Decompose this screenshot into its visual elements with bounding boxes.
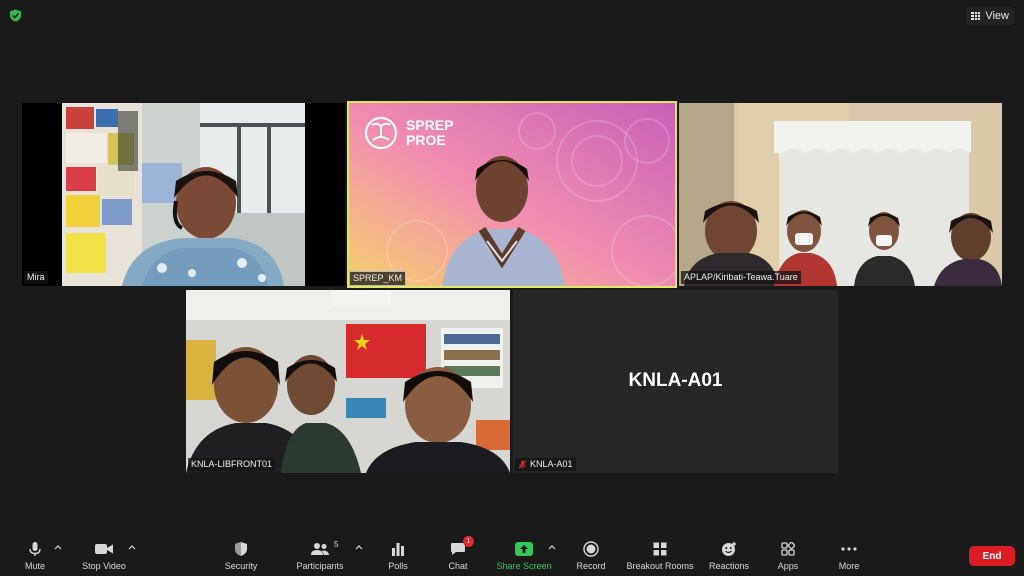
video-feed-aplap-kiribati bbox=[679, 103, 1002, 286]
end-meeting-button[interactable]: End bbox=[969, 546, 1015, 566]
view-button[interactable]: View bbox=[966, 7, 1014, 25]
video-camera-icon bbox=[95, 544, 113, 554]
participants-people-icon bbox=[311, 543, 329, 555]
breakout-rooms-grid-icon bbox=[653, 542, 667, 556]
record-icon bbox=[583, 541, 599, 557]
participants-options-chevron-up-icon[interactable] bbox=[355, 543, 363, 551]
participant-center-name-knla-a01: KNLA-A01 bbox=[628, 370, 723, 391]
sprep-emblem-icon bbox=[365, 117, 397, 149]
shield-check-icon[interactable] bbox=[9, 9, 22, 22]
logo-line-1: SPREP bbox=[406, 117, 454, 133]
record-button[interactable]: Record bbox=[576, 540, 606, 574]
participant-name-knla-a01: KNLA-A01 bbox=[515, 458, 576, 471]
meeting-toolbar: Mute Stop Video Security 5 Participants … bbox=[0, 528, 1024, 576]
video-tile-sprep-km[interactable]: SPREP PROE SPREP_KM bbox=[347, 101, 677, 288]
share-options-chevron-up-icon[interactable] bbox=[548, 543, 556, 551]
microphone-icon bbox=[29, 542, 41, 556]
video-tile-aplap-kiribati[interactable]: APLAP/Kiribati-Teawa.Tuare bbox=[679, 103, 1002, 286]
more-button[interactable]: More bbox=[836, 540, 862, 574]
participant-name-aplap-kiribati: APLAP/Kiribati-Teawa.Tuare bbox=[681, 271, 801, 284]
reactions-button[interactable]: Reactions bbox=[709, 540, 749, 574]
grid-icon bbox=[971, 11, 981, 21]
participant-name-knla-libfront01: KNLA-LIBFRONT01 bbox=[188, 458, 276, 471]
security-button[interactable]: Security bbox=[222, 540, 260, 574]
muted-mic-icon bbox=[518, 460, 527, 469]
mute-options-chevron-up-icon[interactable] bbox=[54, 543, 62, 551]
video-feed-knla-libfront01 bbox=[186, 290, 510, 473]
video-tile-mira[interactable]: Mira bbox=[22, 103, 345, 286]
polls-button[interactable]: Polls bbox=[385, 540, 411, 574]
participant-name-mira: Mira bbox=[24, 271, 48, 284]
video-tile-knla-libfront01[interactable]: KNLA-LIBFRONT01 bbox=[186, 290, 510, 473]
reactions-smiley-icon bbox=[722, 542, 736, 556]
participants-button[interactable]: 5 Participants bbox=[294, 540, 346, 574]
mute-button[interactable]: Mute bbox=[22, 540, 48, 574]
video-feed-mira bbox=[22, 103, 345, 286]
stop-video-button[interactable]: Stop Video bbox=[80, 540, 128, 574]
breakout-rooms-button[interactable]: Breakout Rooms bbox=[626, 540, 694, 574]
share-screen-arrow-up-icon bbox=[515, 542, 533, 556]
chat-unread-badge: 1 bbox=[463, 536, 474, 547]
view-label: View bbox=[985, 10, 1009, 22]
participants-count: 5 bbox=[334, 540, 339, 549]
zoom-meeting-window: View Mira SPREP PROE SPREP_KM APLAP/Kiri… bbox=[0, 0, 1024, 576]
chat-button[interactable]: 1 Chat bbox=[445, 536, 474, 574]
participant-name-label-knla-a01: KNLA-A01 bbox=[530, 459, 573, 469]
apps-icon bbox=[781, 542, 795, 556]
video-options-chevron-up-icon[interactable] bbox=[128, 543, 136, 551]
video-tile-knla-a01[interactable]: KNLA-A01 KNLA-A01 bbox=[513, 290, 838, 473]
more-dots-icon bbox=[841, 547, 857, 551]
apps-button[interactable]: Apps bbox=[776, 540, 800, 574]
sprep-logo: SPREP PROE bbox=[364, 116, 453, 150]
share-screen-button[interactable]: Share Screen bbox=[496, 540, 552, 574]
security-shield-icon bbox=[235, 542, 247, 556]
polls-bar-chart-icon bbox=[392, 543, 404, 556]
logo-line-2: PROE bbox=[406, 132, 446, 148]
participant-name-sprep-km: SPREP_KM bbox=[349, 271, 407, 286]
